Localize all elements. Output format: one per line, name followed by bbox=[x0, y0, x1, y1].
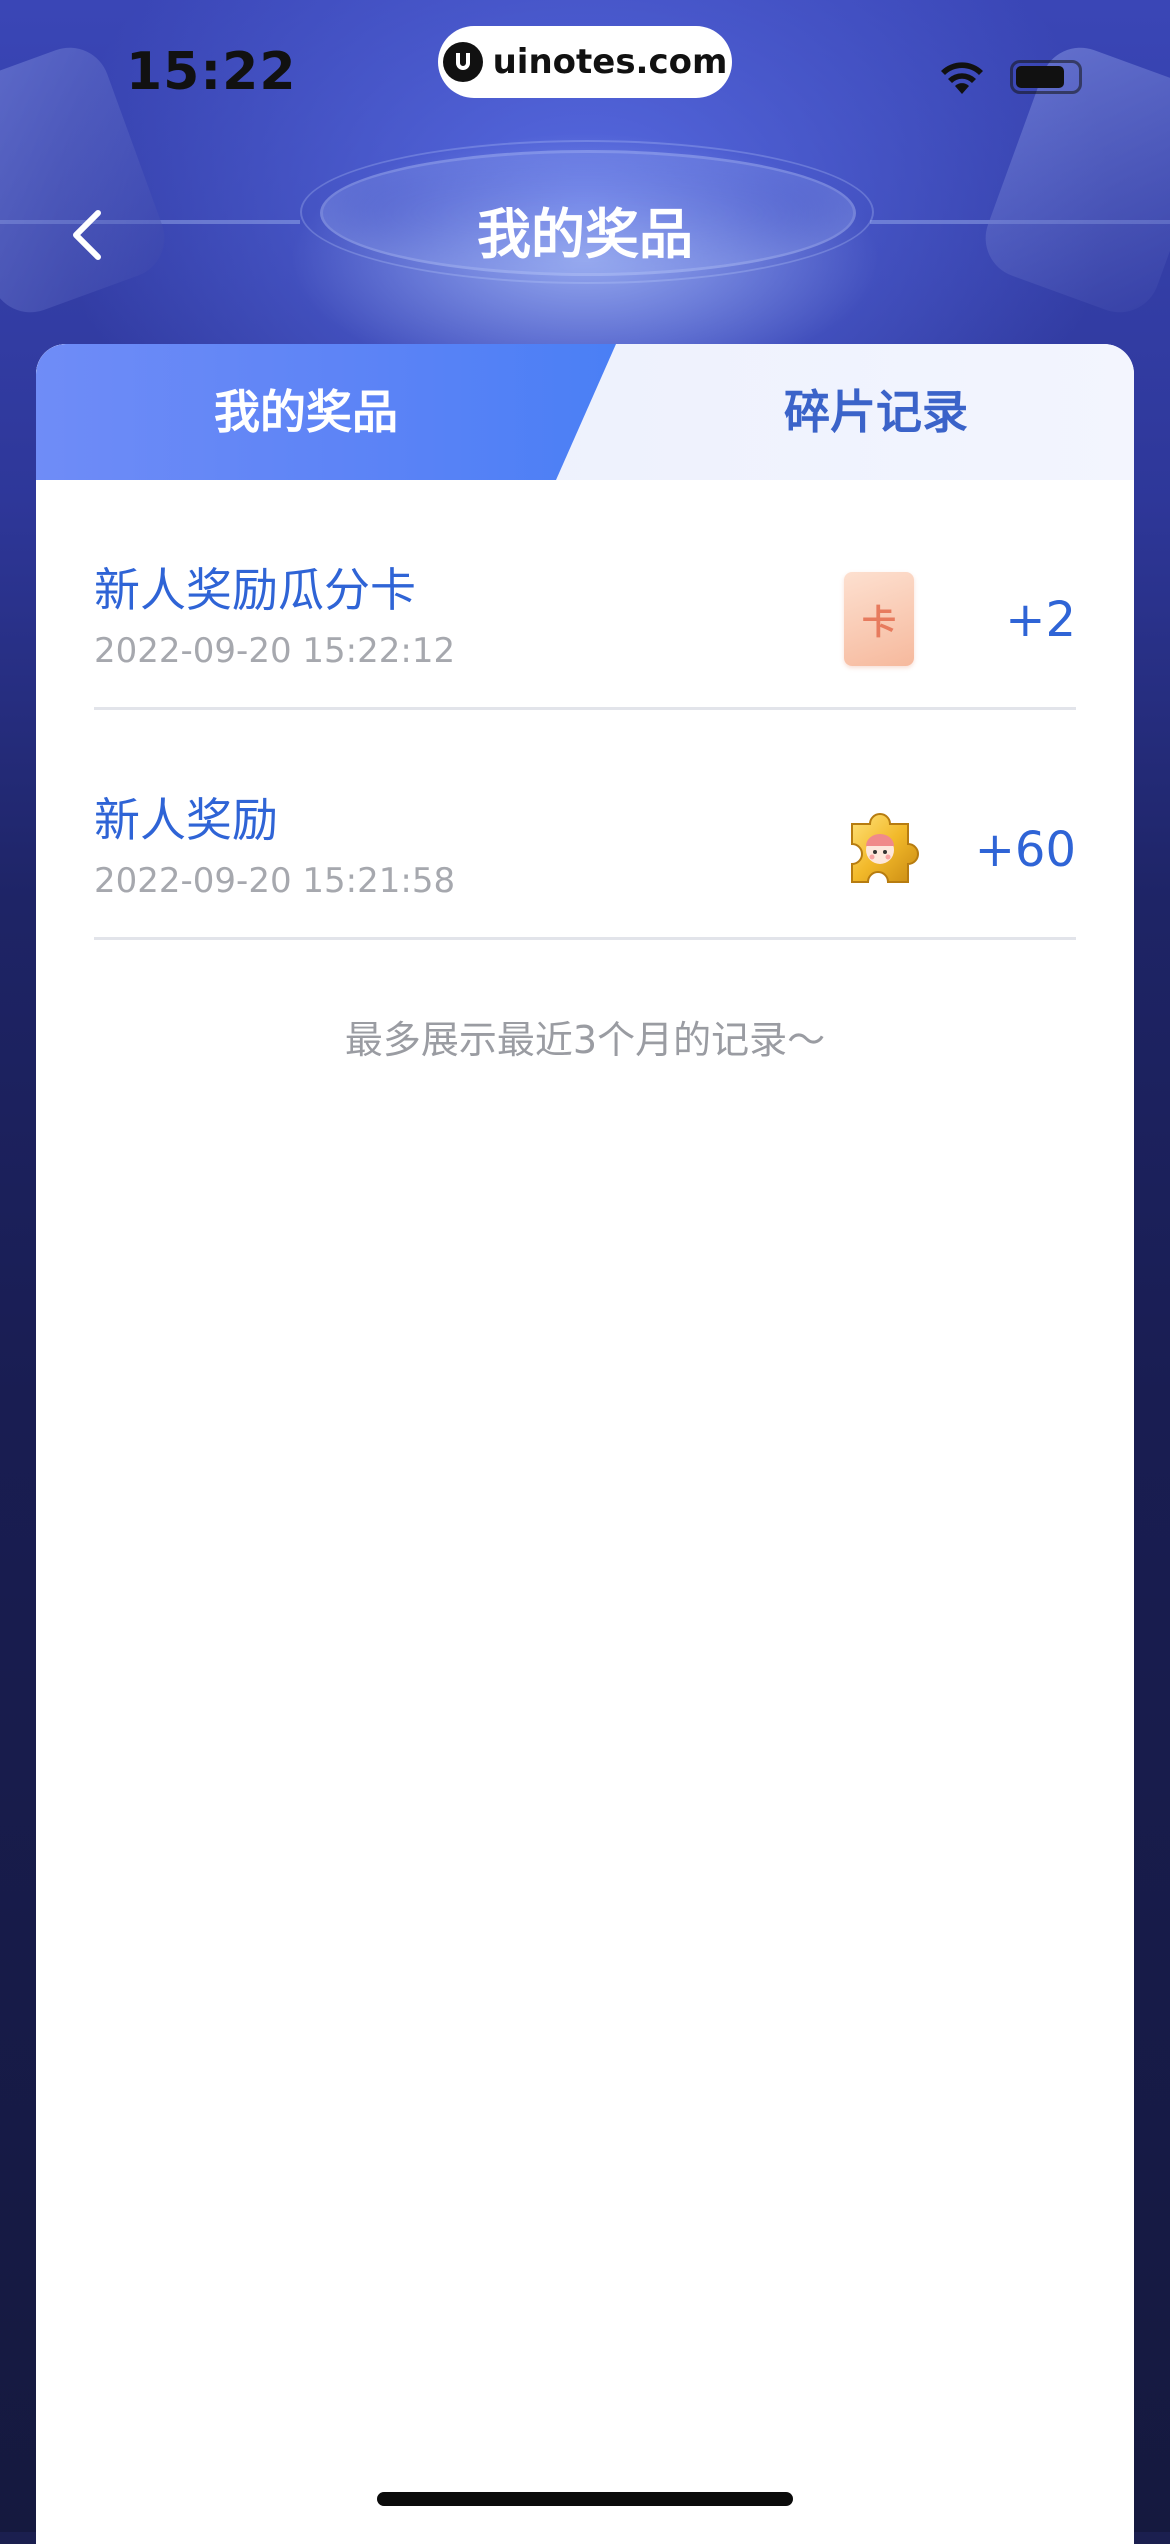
tab-fragment-records[interactable]: 碎片记录 bbox=[596, 344, 1134, 480]
record-amount: +2 bbox=[1005, 592, 1076, 648]
status-time: 15:22 bbox=[126, 42, 297, 102]
tab-my-prizes[interactable]: 我的奖品 bbox=[36, 344, 576, 480]
list-item: 新人奖励瓜分卡 2022-09-20 15:22:12 卡 +2 bbox=[94, 480, 1076, 710]
prize-list: 新人奖励瓜分卡 2022-09-20 15:22:12 卡 +2 新人奖励 20… bbox=[94, 480, 1076, 940]
battery-icon bbox=[1010, 60, 1082, 94]
watermark-badge: uinotes.com bbox=[438, 26, 732, 98]
home-indicator[interactable] bbox=[377, 2492, 793, 2506]
footer-note: 最多展示最近3个月的记录～ bbox=[344, 1018, 826, 1062]
record-title: 新人奖励瓜分卡 bbox=[94, 563, 416, 617]
wifi-icon bbox=[941, 62, 983, 94]
record-title: 新人奖励 bbox=[94, 793, 278, 847]
watermark-text: uinotes.com bbox=[492, 42, 728, 82]
card-icon: 卡 bbox=[844, 572, 914, 666]
record-time: 2022-09-20 15:21:58 bbox=[94, 861, 456, 901]
list-item: 新人奖励 2022-09-20 15:21:58 +60 bbox=[94, 710, 1076, 940]
watermark-logo-icon bbox=[442, 42, 483, 82]
tab-bar: 我的奖品 碎片记录 bbox=[36, 344, 1134, 480]
card-icon-char: 卡 bbox=[862, 602, 896, 643]
record-time: 2022-09-20 15:22:12 bbox=[94, 631, 456, 671]
battery-level bbox=[1016, 66, 1064, 88]
prize-card: 我的奖品 碎片记录 新人奖励瓜分卡 2022-09-20 15:22:12 卡 … bbox=[36, 344, 1134, 2544]
record-amount: +60 bbox=[974, 822, 1076, 878]
page-title: 我的奖品 bbox=[477, 203, 693, 266]
puzzle-icon bbox=[851, 813, 919, 883]
